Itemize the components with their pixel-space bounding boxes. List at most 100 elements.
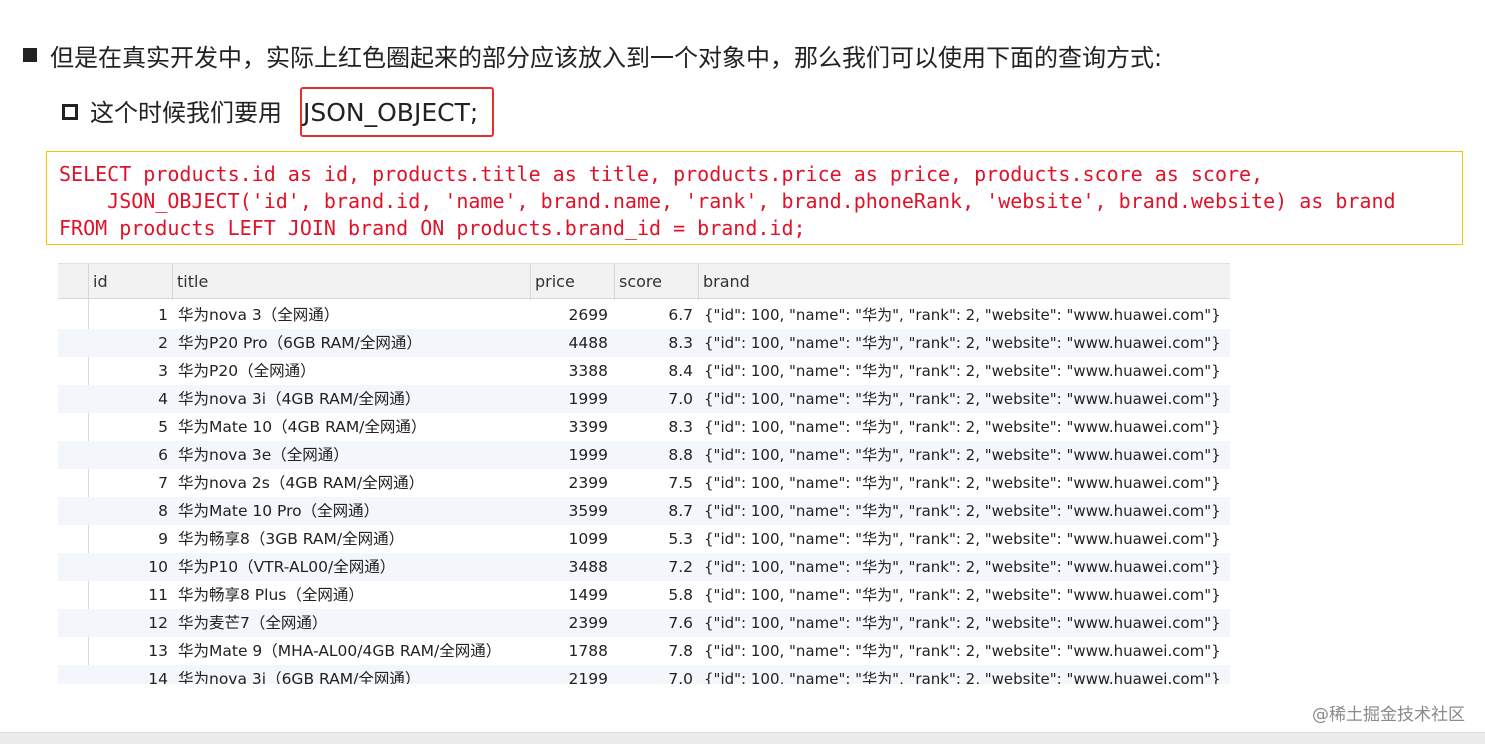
cell-id: 11 (148, 586, 168, 604)
hollow-square-bullet-icon (62, 104, 78, 120)
cell-title: 华为麦芒7（全网通） (178, 614, 328, 632)
cell-title: 华为P20（全网通） (178, 362, 316, 380)
cell-price: 3599 (568, 502, 608, 520)
cell-brand: {"id": 100, "name": "华为", "rank": 2, "we… (704, 558, 1221, 576)
code-line-3: FROM products LEFT JOIN brand ON product… (59, 216, 806, 240)
cell-id: 13 (148, 642, 168, 660)
cell-score: 8.3 (668, 334, 693, 352)
cell-brand: {"id": 100, "name": "华为", "rank": 2, "we… (704, 530, 1221, 548)
cell-brand: {"id": 100, "name": "华为", "rank": 2, "we… (704, 306, 1221, 324)
cell-price: 2699 (568, 306, 608, 324)
cell-brand: {"id": 100, "name": "华为", "rank": 2, "we… (704, 502, 1221, 520)
cell-id: 4 (158, 390, 168, 408)
table-row[interactable]: 2 华为P20 Pro（6GB RAM/全网通） 4488 8.3 {"id": 100… (58, 329, 1230, 357)
cell-title: 华为nova 2s（4GB RAM/全网通） (178, 474, 425, 492)
column-header-score[interactable]: score (614, 264, 698, 300)
cell-price: 1999 (568, 446, 608, 464)
cell-id: 9 (158, 530, 168, 548)
cell-price: 3488 (568, 558, 608, 576)
cell-score: 7.8 (668, 642, 693, 660)
column-header-title[interactable]: title (172, 264, 530, 300)
cell-brand: {"id": 100, "name": "华为", "rank": 2, "we… (704, 670, 1221, 684)
cell-score: 7.2 (668, 558, 693, 576)
table-row[interactable]: 14 华为nova 3i（6GB RAM/全网通） 2199 7.0 {"id": 10… (58, 665, 1230, 684)
cell-id: 8 (158, 502, 168, 520)
cell-brand: {"id": 100, "name": "华为", "rank": 2, "we… (704, 614, 1221, 632)
result-grid: id title price score brand 1 华为nova 3（全网通… (58, 263, 1230, 684)
column-header-price[interactable]: price (530, 264, 614, 300)
cell-price: 1499 (568, 586, 608, 604)
grid-header: id title price score brand (58, 263, 1230, 300)
cell-id: 10 (148, 558, 168, 576)
json-object-term: JSON_OBJECT; (303, 98, 479, 127)
cell-score: 7.0 (668, 390, 693, 408)
table-row[interactable]: 1 华为nova 3（全网通） 2699 6.7 {"id": 100, "name":… (58, 301, 1230, 329)
bottom-bar (0, 732, 1485, 744)
cell-score: 8.4 (668, 362, 693, 380)
cell-price: 2399 (568, 474, 608, 492)
table-row[interactable]: 10 华为P10（VTR-AL00/全网通） 3488 7.2 {"id": 100, … (58, 553, 1230, 581)
table-row[interactable]: 6 华为nova 3e（全网通） 1999 8.8 {"id": 100, "name"… (58, 441, 1230, 469)
column-header-id[interactable]: id (88, 264, 172, 300)
column-header-brand[interactable]: brand (698, 264, 1230, 300)
cell-score: 8.8 (668, 446, 693, 464)
sql-code-block: SELECT products.id as id, products.title… (46, 151, 1463, 245)
cell-brand: {"id": 100, "name": "华为", "rank": 2, "we… (704, 390, 1221, 408)
cell-price: 1999 (568, 390, 608, 408)
cell-brand: {"id": 100, "name": "华为", "rank": 2, "we… (704, 334, 1221, 352)
cell-title: 华为畅享8（3GB RAM/全网通） (178, 530, 405, 548)
cell-brand: {"id": 100, "name": "华为", "rank": 2, "we… (704, 362, 1221, 380)
table-row[interactable]: 7 华为nova 2s（4GB RAM/全网通） 2399 7.5 {"id": 100… (58, 469, 1230, 497)
cell-price: 3388 (568, 362, 608, 380)
cell-score: 7.0 (668, 670, 693, 684)
cell-price: 1788 (568, 642, 608, 660)
cell-brand: {"id": 100, "name": "华为", "rank": 2, "we… (704, 474, 1221, 492)
cell-title: 华为Mate 10（4GB RAM/全网通） (178, 418, 427, 436)
cell-title: 华为Mate 9（MHA-AL00/4GB RAM/全网通） (178, 642, 502, 660)
table-row[interactable]: 12 华为麦芒7（全网通） 2399 7.6 {"id": 100, "name": "… (58, 609, 1230, 637)
sql-code: SELECT products.id as id, products.title… (59, 161, 1396, 242)
cell-title: 华为nova 3（全网通） (178, 306, 340, 324)
cell-brand: {"id": 100, "name": "华为", "rank": 2, "we… (704, 418, 1221, 436)
cell-score: 6.7 (668, 306, 693, 324)
table-row[interactable]: 3 华为P20（全网通） 3388 8.4 {"id": 100, "name": "华… (58, 357, 1230, 385)
cell-title: 华为nova 3i（6GB RAM/全网通） (178, 670, 421, 684)
cell-price: 2199 (568, 670, 608, 684)
cell-id: 12 (148, 614, 168, 632)
table-row[interactable]: 13 华为Mate 9（MHA-AL00/4GB RAM/全网通） 1788 7.8 {… (58, 637, 1230, 665)
cell-id: 3 (158, 362, 168, 380)
table-row[interactable]: 4 华为nova 3i（4GB RAM/全网通） 1999 7.0 {"id": 100… (58, 385, 1230, 413)
cell-brand: {"id": 100, "name": "华为", "rank": 2, "we… (704, 642, 1221, 660)
cell-score: 8.3 (668, 418, 693, 436)
cell-title: 华为nova 3i（4GB RAM/全网通） (178, 390, 421, 408)
cell-price: 4488 (568, 334, 608, 352)
cell-title: 华为Mate 10 Pro（全网通） (178, 502, 380, 520)
cell-id: 6 (158, 446, 168, 464)
code-line-1: SELECT products.id as id, products.title… (59, 162, 1264, 186)
cell-price: 1099 (568, 530, 608, 548)
table-row[interactable]: 9 华为畅享8（3GB RAM/全网通） 1099 5.3 {"id": 100, "n… (58, 525, 1230, 553)
cell-price: 2399 (568, 614, 608, 632)
square-bullet-icon (23, 48, 37, 62)
cell-brand: {"id": 100, "name": "华为", "rank": 2, "we… (704, 586, 1221, 604)
table-row[interactable]: 5 华为Mate 10（4GB RAM/全网通） 3399 8.3 {"id": 100… (58, 413, 1230, 441)
table-row[interactable]: 11 华为畅享8 Plus（全网通） 1499 5.8 {"id": 100, "nam… (58, 581, 1230, 609)
cell-score: 7.5 (668, 474, 693, 492)
watermark: @稀土掘金技术社区 (1312, 705, 1465, 725)
sub-text: 这个时候我们要用 (90, 99, 282, 127)
code-line-2: JSON_OBJECT('id', brand.id, 'name', bran… (59, 189, 1396, 213)
cell-title: 华为畅享8 Plus（全网通） (178, 586, 364, 604)
cell-id: 14 (148, 670, 168, 684)
cell-brand: {"id": 100, "name": "华为", "rank": 2, "we… (704, 446, 1221, 464)
cell-score: 7.6 (668, 614, 693, 632)
cell-score: 8.7 (668, 502, 693, 520)
cell-score: 5.3 (668, 530, 693, 548)
cell-title: 华为P20 Pro（6GB RAM/全网通） (178, 334, 422, 352)
cell-price: 3399 (568, 418, 608, 436)
cell-id: 5 (158, 418, 168, 436)
cell-title: 华为nova 3e（全网通） (178, 446, 349, 464)
table-row[interactable]: 8 华为Mate 10 Pro（全网通） 3599 8.7 {"id": 100, "n… (58, 497, 1230, 525)
cell-id: 2 (158, 334, 168, 352)
intro-text: 但是在真实开发中，实际上红色圈起来的部分应该放入到一个对象中，那么我们可以使用下… (50, 44, 1163, 72)
cell-score: 5.8 (668, 586, 693, 604)
